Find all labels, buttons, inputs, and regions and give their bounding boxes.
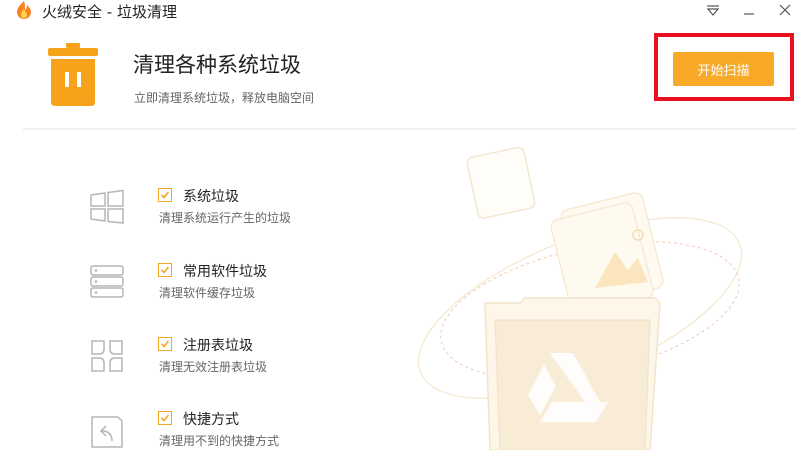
- page-subtitle: 立即清理系统垃圾，释放电脑空间: [134, 91, 315, 105]
- clean-item-system-junk: 系统垃圾 清理系统运行产生的垃圾: [0, 188, 400, 248]
- menu-dropdown-button[interactable]: [701, 0, 725, 20]
- item-description: 清理系统运行产生的垃圾: [159, 211, 292, 225]
- clean-item-registry-junk: 注册表垃圾 清理无效注册表垃圾: [0, 337, 400, 397]
- shortcuts-checkbox[interactable]: [158, 411, 172, 425]
- huorong-flame-logo-icon: [17, 1, 31, 19]
- start-scan-button[interactable]: 开始扫描: [673, 52, 774, 86]
- registry-junk-checkbox[interactable]: [158, 337, 172, 351]
- system-junk-checkbox[interactable]: [158, 188, 172, 202]
- checkmark-icon: [160, 340, 170, 348]
- item-title: 快捷方式: [183, 412, 239, 428]
- windows-icon: [90, 189, 124, 224]
- clean-item-shortcuts: 快捷方式 清理用不到的快捷方式: [0, 411, 400, 471]
- floating-card-icon: [466, 146, 536, 219]
- minimize-button[interactable]: [737, 0, 761, 20]
- page-title: 清理各种系统垃圾: [133, 53, 301, 77]
- item-title: 注册表垃圾: [183, 338, 253, 354]
- item-title: 系统垃圾: [183, 189, 239, 205]
- item-title: 常用软件垃圾: [183, 264, 267, 280]
- checkmark-icon: [160, 266, 170, 274]
- item-description: 清理软件缓存垃圾: [159, 286, 256, 300]
- shortcut-icon: [91, 416, 123, 448]
- item-description: 清理用不到的快捷方式: [159, 434, 280, 448]
- minimize-icon: [744, 13, 754, 15]
- title-bar: 火绒安全 - 垃圾清理: [0, 0, 800, 22]
- server-stack-icon: [90, 265, 124, 298]
- window-title: 火绒安全 - 垃圾清理: [42, 3, 177, 21]
- trash-can-icon: [48, 43, 98, 106]
- checkmark-icon: [160, 191, 170, 199]
- clean-item-software-junk: 常用软件垃圾 清理软件缓存垃圾: [0, 263, 400, 323]
- item-description: 清理无效注册表垃圾: [159, 360, 268, 374]
- close-icon: [779, 4, 791, 16]
- storage-box-icon: [484, 297, 661, 450]
- menu-triangle-icon: [706, 5, 720, 16]
- software-junk-checkbox[interactable]: [158, 263, 172, 277]
- checkmark-icon: [160, 414, 170, 422]
- junk-cleanup-illustration: [417, 146, 743, 450]
- header-divider: [23, 128, 796, 130]
- close-button[interactable]: [773, 0, 797, 20]
- registry-grid-icon: [91, 340, 123, 372]
